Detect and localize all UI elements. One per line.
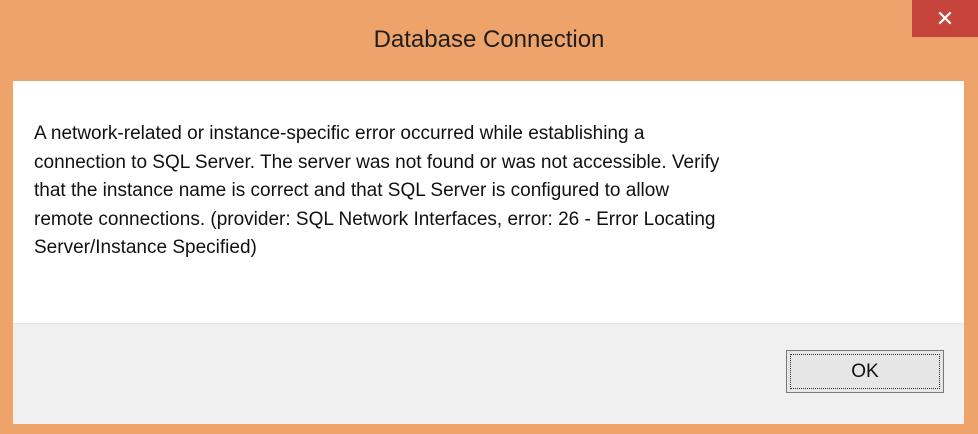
dialog-window: Database Connection ✕ A network-related … <box>0 0 978 434</box>
title-bar[interactable]: Database Connection ✕ <box>0 0 978 81</box>
window-title: Database Connection <box>373 26 605 53</box>
dialog-body: A network-related or instance-specific e… <box>13 81 964 424</box>
focus-rectangle <box>790 354 940 389</box>
error-message: A network-related or instance-specific e… <box>34 123 720 258</box>
close-button[interactable]: ✕ <box>912 0 978 37</box>
ok-button[interactable]: OK <box>786 350 944 393</box>
close-icon: ✕ <box>935 5 955 31</box>
button-bar: OK <box>13 323 964 424</box>
